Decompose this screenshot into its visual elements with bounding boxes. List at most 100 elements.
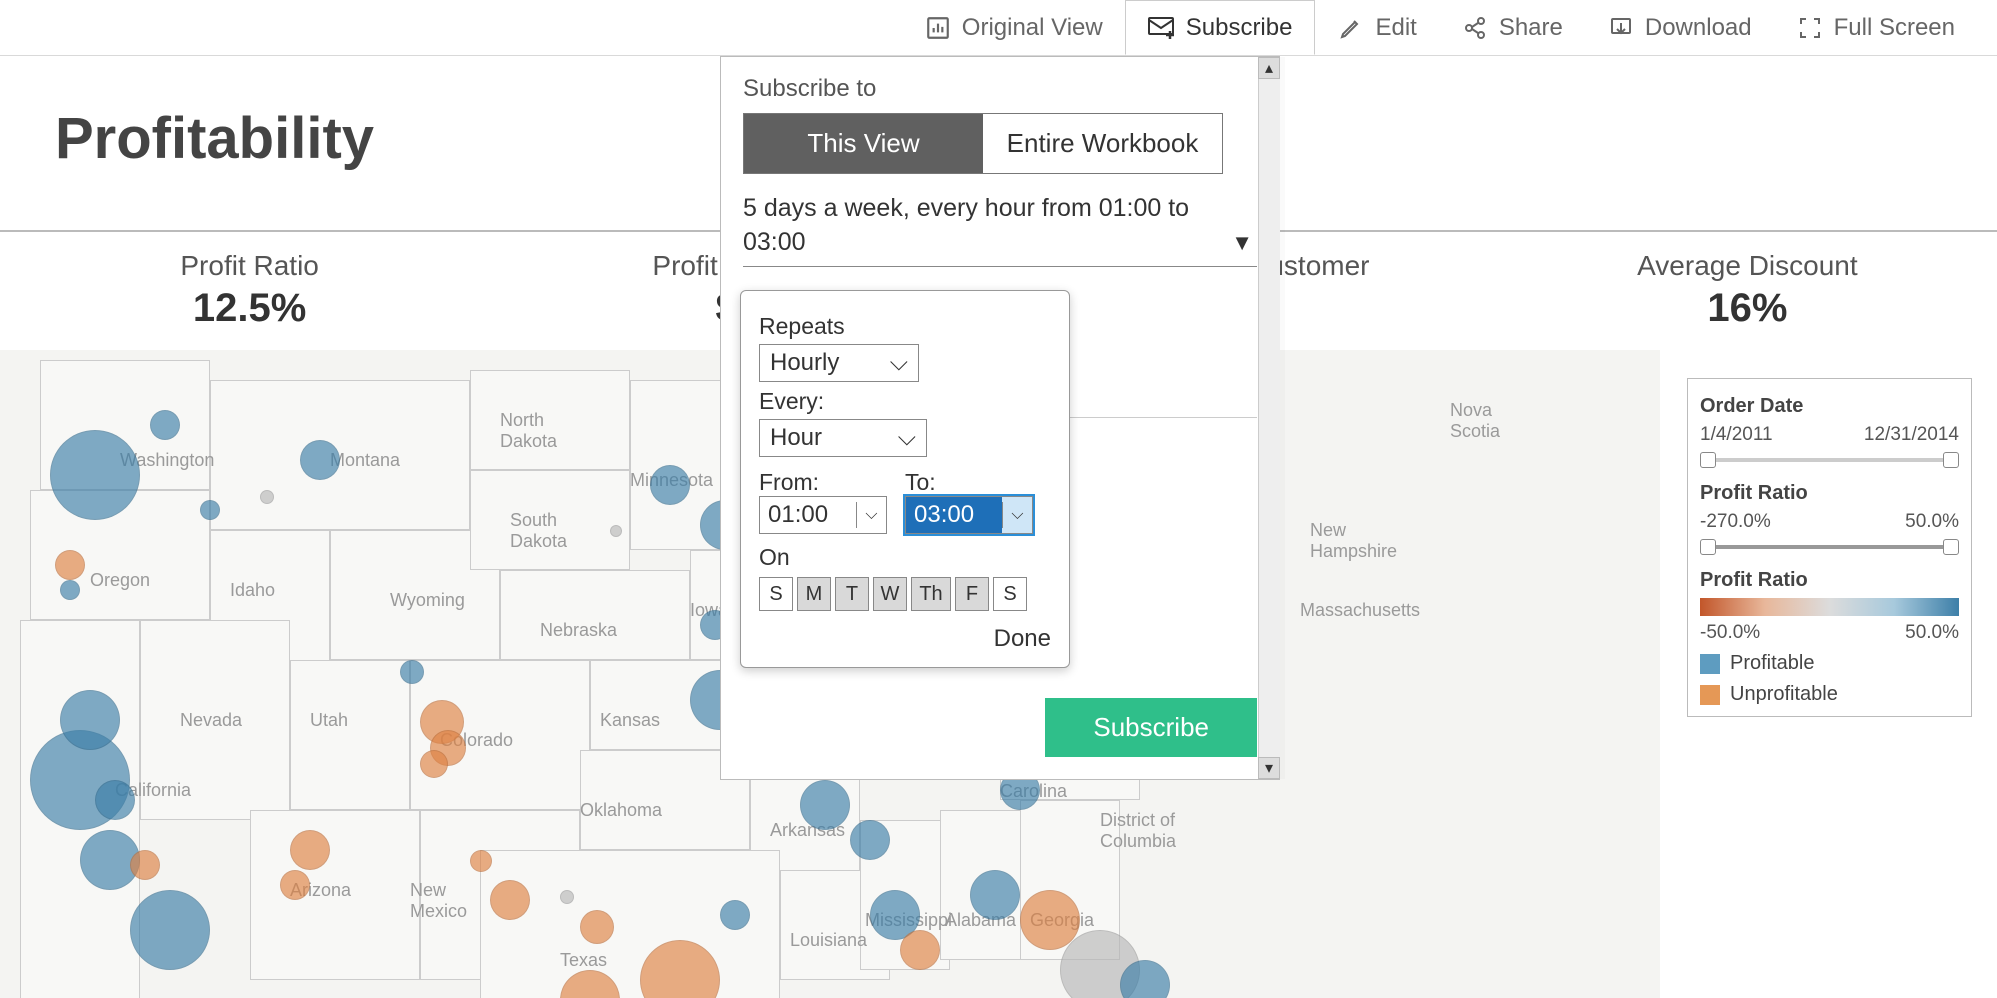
legend-item-unprofitable: Unprofitable [1700, 683, 1959, 706]
day-saturday[interactable]: S [993, 577, 1027, 611]
legend-label: Unprofitable [1730, 683, 1838, 706]
top-toolbar: Original View Subscribe Edit Share Downl… [0, 0, 1997, 56]
every-select[interactable]: Hour ⌵ [759, 419, 927, 457]
map-state-label: Nebraska [540, 620, 617, 641]
kpi-value: 16% [1498, 286, 1997, 331]
profit-ratio-max: 50.0% [1905, 511, 1959, 533]
legend-label: Profitable [1730, 652, 1815, 675]
subscribe-label: Subscribe [1186, 14, 1293, 42]
day-friday[interactable]: F [955, 577, 989, 611]
to-label: To: [905, 469, 1033, 496]
subscribe-to-label: Subscribe to [743, 75, 1257, 103]
from-label: From: [759, 469, 887, 496]
done-button[interactable]: Done [759, 625, 1051, 653]
to-time-select[interactable]: 03:00 ⌵ [905, 496, 1033, 534]
map-state-label: NorthDakota [500, 410, 557, 452]
map-state-label: SouthDakota [510, 510, 567, 552]
map-state-label: Idaho [230, 580, 275, 601]
edit-button[interactable]: Edit [1315, 0, 1438, 55]
download-label: Download [1645, 14, 1752, 42]
legend-profit-ratio-slider-title: Profit Ratio [1700, 482, 1959, 505]
fullscreen-button[interactable]: Full Screen [1774, 0, 1977, 55]
share-icon [1461, 14, 1489, 42]
map-state-label: Montana [330, 450, 400, 471]
swatch-unprofitable [1700, 685, 1720, 705]
day-sunday[interactable]: S [759, 577, 793, 611]
this-view-toggle[interactable]: This View [744, 114, 983, 173]
day-thursday[interactable]: Th [911, 577, 951, 611]
share-label: Share [1499, 14, 1563, 42]
kpi-label: Profit Ratio [0, 250, 499, 282]
entire-workbook-toggle[interactable]: Entire Workbook [983, 114, 1222, 173]
map-state-label: Kansas [600, 710, 660, 731]
profit-ratio-min: -270.0% [1700, 511, 1771, 533]
kpi-profit-ratio: Profit Ratio 12.5% [0, 232, 499, 331]
chevron-down-icon: ▼ [1231, 228, 1253, 258]
legend-panel: Order Date 1/4/2011 12/31/2014 Profit Ra… [1687, 378, 1972, 717]
mail-plus-icon [1148, 14, 1176, 42]
from-time-select[interactable]: 01:00 ⌵ [759, 496, 887, 534]
color-min: -50.0% [1700, 622, 1760, 644]
legend-order-date-title: Order Date [1700, 395, 1959, 418]
every-label: Every: [759, 388, 1051, 415]
map-state-label: Louisiana [790, 930, 867, 951]
scrollbar[interactable] [1258, 57, 1280, 779]
map-state-label: Massachusetts [1300, 600, 1420, 621]
color-max: 50.0% [1905, 622, 1959, 644]
pencil-icon [1337, 14, 1365, 42]
fullscreen-icon [1796, 14, 1824, 42]
subscribe-scope-toggle: This View Entire Workbook [743, 113, 1223, 174]
map-state-label: District ofColumbia [1100, 810, 1176, 852]
chevron-down-icon: ⌵ [1002, 502, 1032, 528]
schedule-dropdown[interactable]: 5 days a week, every hour from 01:00 to … [743, 192, 1257, 267]
scroll-up-button[interactable]: ▴ [1258, 57, 1280, 79]
map-state-label: NewHampshire [1310, 520, 1397, 562]
map-state-label: Oregon [90, 570, 150, 591]
download-icon [1607, 14, 1635, 42]
map-state-label: Wyoming [390, 590, 465, 611]
kpi-label: Average Discount [1498, 250, 1997, 282]
original-view-label: Original View [962, 14, 1103, 42]
page-title: Profitability [55, 105, 374, 172]
order-date-slider[interactable] [1700, 452, 1959, 468]
map-state-label: Utah [310, 710, 348, 731]
day-wednesday[interactable]: W [873, 577, 907, 611]
schedule-popover: Repeats Hourly ⌵ Every: Hour ⌵ From: 01:… [740, 290, 1070, 668]
map-state-label: NewMexico [410, 880, 467, 922]
chevron-down-icon: ⌵ [890, 349, 908, 377]
subscribe-submit-button[interactable]: Subscribe [1045, 698, 1257, 757]
fullscreen-label: Full Screen [1834, 14, 1955, 42]
order-date-min: 1/4/2011 [1700, 424, 1773, 446]
profit-ratio-slider[interactable] [1700, 539, 1959, 555]
legend-profit-ratio-color-title: Profit Ratio [1700, 569, 1959, 592]
color-gradient [1700, 598, 1959, 616]
subscribe-button[interactable]: Subscribe [1125, 0, 1316, 55]
kpi-value: 12.5% [0, 286, 499, 331]
scroll-down-button[interactable]: ▾ [1258, 757, 1280, 779]
repeats-select[interactable]: Hourly ⌵ [759, 344, 919, 382]
to-value: 03:00 [906, 497, 1002, 533]
map-state-label: Nevada [180, 710, 242, 731]
download-button[interactable]: Download [1585, 0, 1774, 55]
order-date-max: 12/31/2014 [1864, 424, 1959, 446]
map-state-label: NovaScotia [1450, 400, 1500, 442]
every-value: Hour [770, 424, 822, 452]
on-label: On [759, 544, 1051, 571]
day-selector: S M T W Th F S [759, 577, 1051, 611]
repeats-value: Hourly [770, 349, 839, 377]
kpi-avg-discount: Average Discount 16% [1498, 232, 1997, 331]
edit-label: Edit [1375, 14, 1416, 42]
repeats-label: Repeats [759, 313, 1051, 340]
share-button[interactable]: Share [1439, 0, 1585, 55]
map-state-label: Oklahoma [580, 800, 662, 821]
legend-item-profitable: Profitable [1700, 652, 1959, 675]
original-view-button[interactable]: Original View [902, 0, 1125, 55]
chevron-down-icon: ⌵ [898, 424, 916, 452]
day-monday[interactable]: M [797, 577, 831, 611]
chevron-down-icon: ⌵ [856, 502, 886, 528]
swatch-profitable [1700, 654, 1720, 674]
bar-chart-icon [924, 14, 952, 42]
map-state-label: Texas [560, 950, 607, 971]
from-value: 01:00 [760, 497, 856, 533]
day-tuesday[interactable]: T [835, 577, 869, 611]
